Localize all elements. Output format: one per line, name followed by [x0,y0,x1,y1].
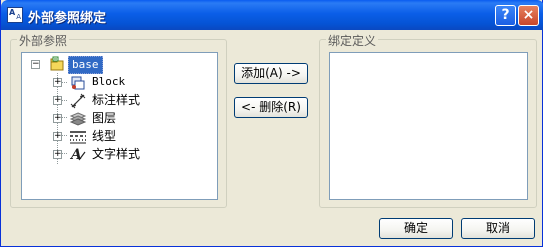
layers-icon [69,111,87,127]
tree-node-label: 线型 [92,129,117,143]
tree-node-label: 图层 [92,111,117,125]
block-icon [69,75,87,91]
linetype-icon [69,129,87,145]
dimension-style-icon [69,93,87,109]
expand-expander[interactable]: + [53,96,62,105]
cancel-button[interactable]: 取消 [461,218,535,239]
expand-expander[interactable]: + [53,150,62,159]
expand-expander[interactable]: + [53,132,62,141]
xref-bind-dialog: A A 外部参照绑定 ? × 外部参照 − base + Block + 标注样… [0,0,543,247]
xref-group: 外部参照 − base + Block + 标注样式 + 图层 + 线型 + A… [10,32,227,208]
definitions-list[interactable] [329,52,528,200]
window-title: 外部参照绑定 [28,11,107,26]
tree-node-block[interactable]: + Block [22,74,217,92]
definitions-group-label: 绑定定义 [326,32,379,49]
definitions-group: 绑定定义 [319,32,537,208]
app-icon-glyph: A [9,8,16,17]
drawing-icon [48,56,66,72]
tree-node-base[interactable]: − base [22,56,217,74]
expand-expander[interactable]: + [53,114,62,123]
text-style-icon: A [69,146,87,163]
tree-node-linetype[interactable]: + 线型 [22,128,217,146]
tree-node-layers[interactable]: + 图层 [22,110,217,128]
xref-tree[interactable]: − base + Block + 标注样式 + 图层 + 线型 + A 文字样式 [21,52,218,200]
tree-node-label: 文字样式 [92,147,141,161]
close-button[interactable]: × [518,5,539,26]
xref-group-label: 外部参照 [17,32,70,49]
tree-node-label[interactable]: base [68,56,103,74]
app-icon-glyph-small: A [16,13,21,21]
title-bar[interactable]: A A 外部参照绑定 ? × [1,0,543,30]
app-icon: A A [7,7,23,23]
tree-node-textstyle[interactable]: + A 文字样式 [22,146,217,164]
tree-node-label: Block [92,75,126,88]
add-button[interactable]: 添加(A) -> [234,63,308,84]
svg-text:A: A [69,147,82,162]
tree-node-dimstyle[interactable]: + 标注样式 [22,92,217,110]
help-button[interactable]: ? [495,5,516,26]
expand-expander[interactable]: + [53,78,62,87]
collapse-expander[interactable]: − [31,60,40,69]
remove-button[interactable]: <- 删除(R) [234,97,308,118]
ok-button[interactable]: 确定 [379,218,453,239]
tree-node-label: 标注样式 [92,93,141,107]
